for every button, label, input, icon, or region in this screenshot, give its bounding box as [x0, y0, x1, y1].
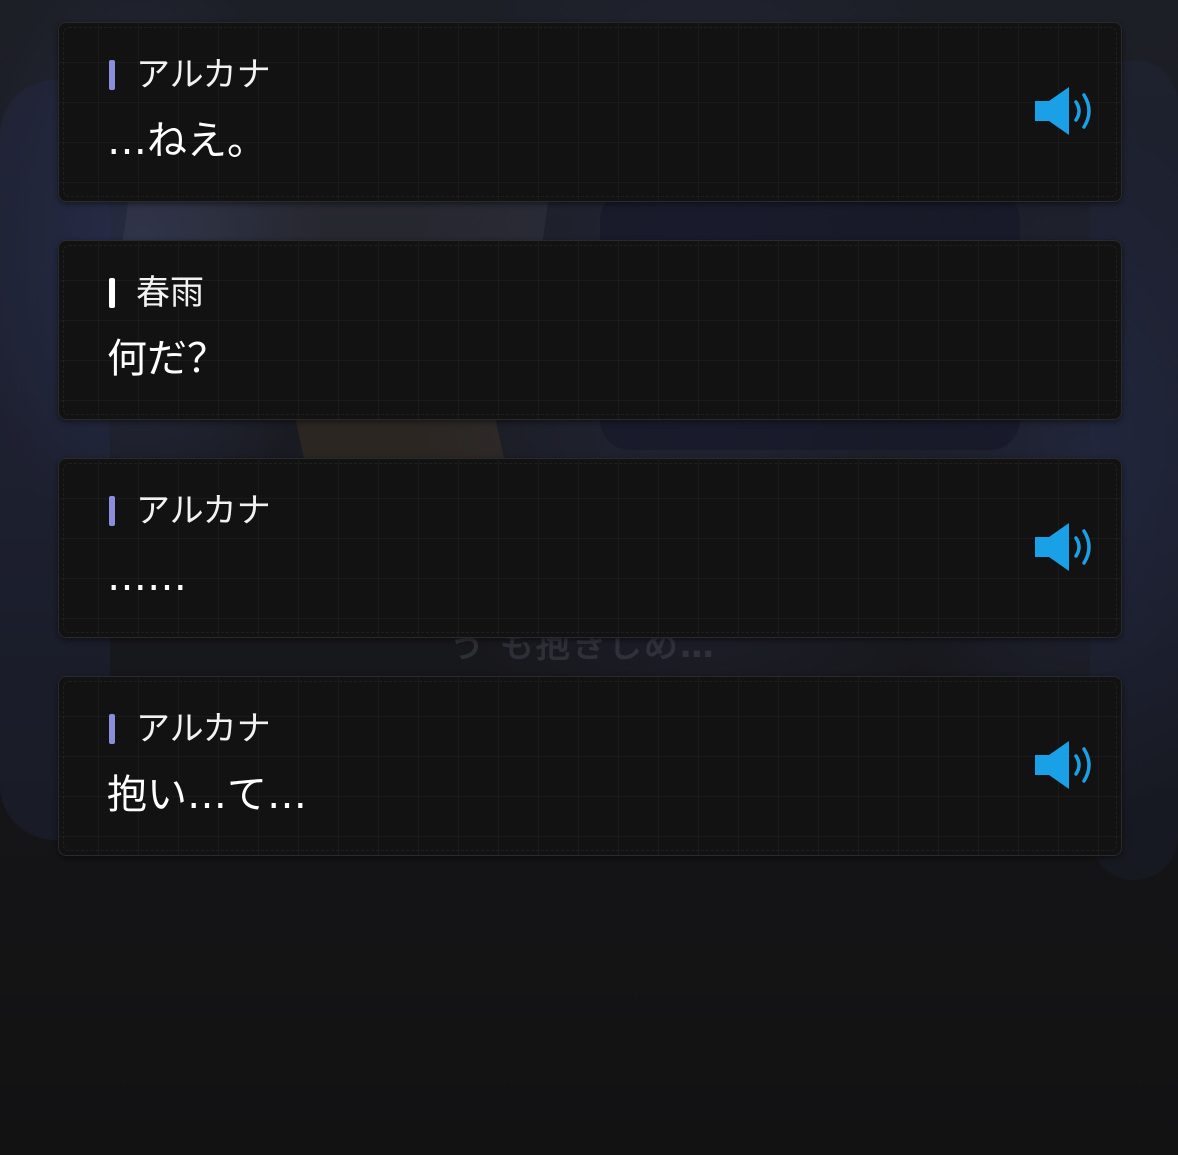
speaker-name: 春雨: [136, 273, 204, 313]
speaker-row: アルカナ: [109, 57, 271, 93]
speaker-name: アルカナ: [136, 55, 271, 95]
backlog-entry[interactable]: アルカナ 抱い…て…: [58, 676, 1122, 856]
speaker-name: アルカナ: [136, 491, 271, 531]
speaker-icon: [1035, 87, 1091, 135]
voice-replay-button[interactable]: [1033, 739, 1097, 791]
backlog-entry[interactable]: アルカナ …ねえ。: [58, 22, 1122, 202]
dialogue-text: ……: [107, 554, 187, 600]
voice-replay-button[interactable]: [1033, 521, 1097, 573]
speaker-marker: [109, 714, 115, 744]
dialogue-text: 何だ？: [107, 336, 227, 382]
speaker-name: アルカナ: [136, 709, 271, 749]
dialogue-text: 抱い…て…: [107, 772, 307, 818]
voice-replay-button[interactable]: [1033, 85, 1097, 137]
backlog-entry[interactable]: アルカナ ……: [58, 458, 1122, 638]
speaker-row: アルカナ: [109, 493, 271, 529]
speaker-row: アルカナ: [109, 711, 271, 747]
speaker-icon: [1035, 741, 1091, 789]
dialogue-text: …ねえ。: [107, 118, 267, 164]
background-accent: [295, 420, 505, 460]
speaker-row: 春雨: [109, 275, 204, 311]
speaker-marker: [109, 60, 115, 90]
backlog-entry[interactable]: 春雨 何だ？: [58, 240, 1122, 420]
speaker-marker: [109, 496, 115, 526]
speaker-marker: [109, 278, 115, 308]
speaker-icon: [1035, 523, 1091, 571]
